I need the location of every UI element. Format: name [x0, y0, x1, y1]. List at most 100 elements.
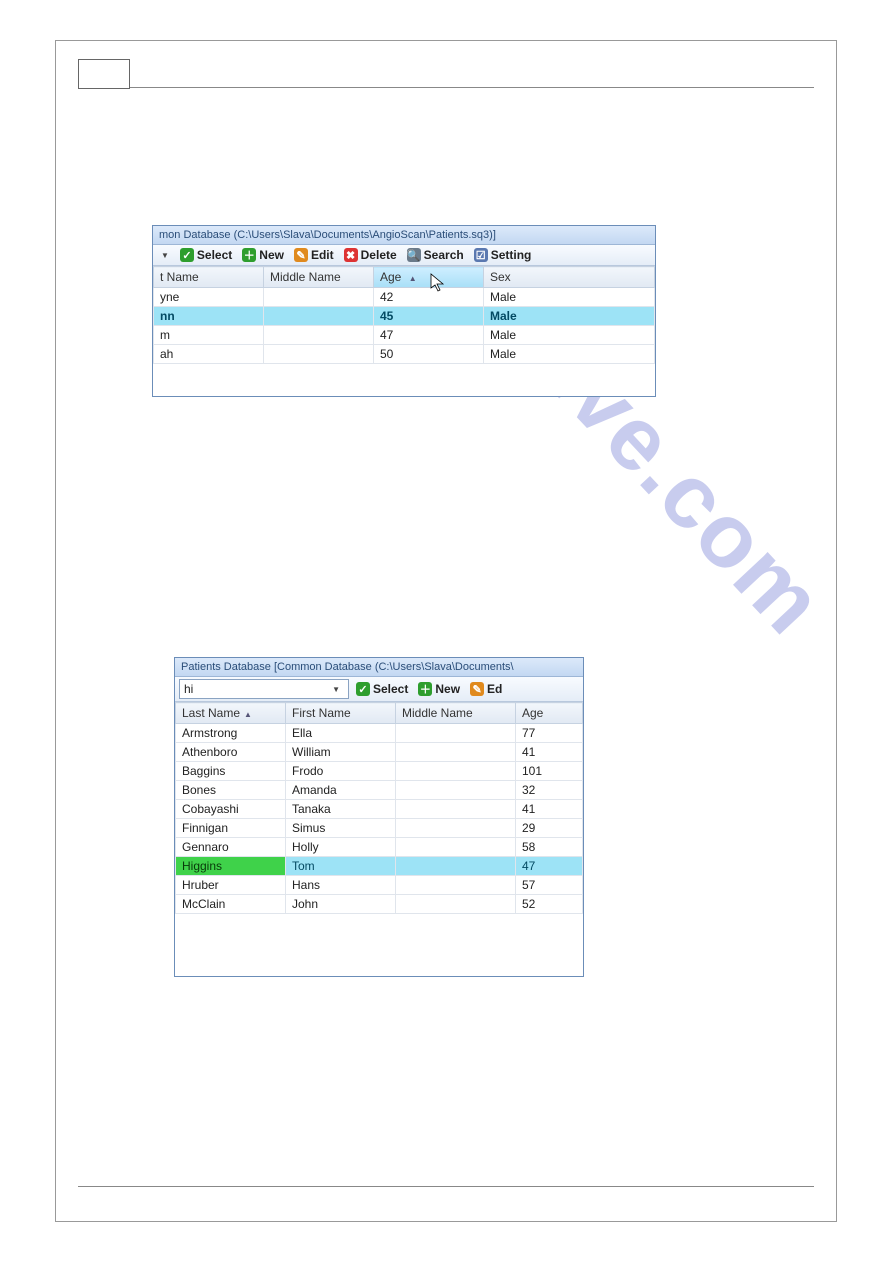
table-row[interactable]: McClain John 52 — [176, 895, 583, 914]
select-button[interactable]: ✓ Select — [177, 247, 235, 263]
cell-first-name: William — [286, 743, 396, 762]
plus-icon: ＋ — [242, 248, 256, 262]
cell-sex: Male — [484, 345, 655, 364]
cell-middle-name — [396, 895, 516, 914]
col-age[interactable]: Age ▲ — [374, 267, 484, 288]
new-label: New — [435, 682, 460, 696]
cell-first-name: Hans — [286, 876, 396, 895]
cell-first-name: Frodo — [286, 762, 396, 781]
grid-header-row: Last Name▲ First Name Middle Name Age — [176, 703, 583, 724]
table-row[interactable]: Gennaro Holly 58 — [176, 838, 583, 857]
cell-middle-name — [396, 819, 516, 838]
table-row[interactable]: ah 50 Male — [154, 345, 655, 364]
cell-last-name: Athenboro — [176, 743, 286, 762]
table-row-highlighted[interactable]: Higgins Tom 47 — [176, 857, 583, 876]
cell-age: 29 — [516, 819, 583, 838]
cell-first-name: Holly — [286, 838, 396, 857]
cell-middle-name — [396, 838, 516, 857]
patients-grid-sorted: t Name Middle Name Age ▲ Sex yne 42 Male — [153, 266, 655, 364]
new-button[interactable]: ＋ New — [415, 681, 463, 697]
new-button[interactable]: ＋ New — [239, 247, 287, 263]
col-last-name[interactable]: Last Name▲ — [176, 703, 286, 724]
cell-first-name: John — [286, 895, 396, 914]
screenshot-quick-search: Patients Database [Common Database (C:\U… — [174, 657, 584, 977]
header-number-box — [78, 59, 130, 89]
cell-first-name: Ella — [286, 724, 396, 743]
cell-last-name: Gennaro — [176, 838, 286, 857]
toolbar: hi ▼ ✓ Select ＋ New ✎ Ed — [175, 677, 583, 702]
table-row[interactable]: Armstrong Ella 77 — [176, 724, 583, 743]
delete-label: Delete — [361, 248, 397, 262]
quick-search-input[interactable]: hi ▼ — [179, 679, 349, 699]
cell-middle-name — [396, 743, 516, 762]
table-row[interactable]: Athenboro William 41 — [176, 743, 583, 762]
cell-last-name: McClain — [176, 895, 286, 914]
col-first-name[interactable]: t Name — [154, 267, 264, 288]
cell-age: 42 — [374, 288, 484, 307]
cell-age: 77 — [516, 724, 583, 743]
checkbox-icon: ☑ — [474, 248, 488, 262]
window-title: Patients Database [Common Database (C:\U… — [175, 658, 583, 677]
table-row[interactable]: Cobayashi Tanaka 41 — [176, 800, 583, 819]
sort-asc-icon: ▲ — [409, 274, 417, 283]
search-button[interactable]: 🔍 Search — [404, 247, 467, 263]
select-button[interactable]: ✓ Select — [353, 681, 411, 697]
settings-label: Setting — [491, 248, 532, 262]
cell-first-name: ah — [154, 345, 264, 364]
cell-first-name: m — [154, 326, 264, 345]
settings-button[interactable]: ☑ Setting — [471, 247, 535, 263]
pencil-icon: ✎ — [294, 248, 308, 262]
cell-first-name: Amanda — [286, 781, 396, 800]
cell-middle-name — [396, 724, 516, 743]
check-icon: ✓ — [180, 248, 194, 262]
table-row[interactable]: yne 42 Male — [154, 288, 655, 307]
cell-age: 47 — [374, 326, 484, 345]
cell-age: 52 — [516, 895, 583, 914]
delete-button[interactable]: ✖ Delete — [341, 247, 400, 263]
col-middle-name[interactable]: Middle Name — [264, 267, 374, 288]
table-row[interactable]: Bones Amanda 32 — [176, 781, 583, 800]
cell-first-name: Simus — [286, 819, 396, 838]
document-page: hive.com mon Database (C:\Users\Slava\Do… — [55, 40, 837, 1222]
quick-search-value: hi — [184, 682, 193, 696]
col-age-label: Age — [380, 270, 401, 284]
cell-middle-name — [264, 345, 374, 364]
toolbar: ▼ ✓ Select ＋ New ✎ Edit ✖ Delete 🔍 Searc… — [153, 245, 655, 266]
cell-middle-name — [396, 857, 516, 876]
col-middle-name[interactable]: Middle Name — [396, 703, 516, 724]
screenshot-sorted-by-age: mon Database (C:\Users\Slava\Documents\A… — [152, 225, 656, 397]
sort-asc-icon: ▲ — [244, 710, 252, 719]
edit-button[interactable]: ✎ Ed — [467, 681, 505, 697]
cell-age: 45 — [374, 307, 484, 326]
table-row[interactable]: Finnigan Simus 29 — [176, 819, 583, 838]
dropdown-arrow-icon[interactable]: ▼ — [157, 251, 173, 260]
cell-first-name: yne — [154, 288, 264, 307]
select-label: Select — [197, 248, 232, 262]
dropdown-arrow-icon[interactable]: ▼ — [328, 685, 344, 694]
cell-middle-name — [264, 326, 374, 345]
edit-button[interactable]: ✎ Edit — [291, 247, 337, 263]
col-sex[interactable]: Sex — [484, 267, 655, 288]
cell-first-name: Tanaka — [286, 800, 396, 819]
table-row[interactable]: Hruber Hans 57 — [176, 876, 583, 895]
cell-age: 32 — [516, 781, 583, 800]
pencil-icon: ✎ — [470, 682, 484, 696]
cell-age: 41 — [516, 743, 583, 762]
window-title: mon Database (C:\Users\Slava\Documents\A… — [153, 226, 655, 245]
col-first-name[interactable]: First Name — [286, 703, 396, 724]
table-row-selected[interactable]: nn 45 Male — [154, 307, 655, 326]
new-label: New — [259, 248, 284, 262]
plus-icon: ＋ — [418, 682, 432, 696]
check-icon: ✓ — [356, 682, 370, 696]
table-row[interactable]: m 47 Male — [154, 326, 655, 345]
col-age[interactable]: Age — [516, 703, 583, 724]
footer-rule — [78, 1186, 814, 1187]
cell-sex: Male — [484, 307, 655, 326]
cell-last-name: Armstrong — [176, 724, 286, 743]
cross-icon: ✖ — [344, 248, 358, 262]
table-row[interactable]: Baggins Frodo 101 — [176, 762, 583, 781]
cell-last-name: Finnigan — [176, 819, 286, 838]
cell-middle-name — [396, 800, 516, 819]
grid-header-row: t Name Middle Name Age ▲ Sex — [154, 267, 655, 288]
cell-middle-name — [264, 307, 374, 326]
